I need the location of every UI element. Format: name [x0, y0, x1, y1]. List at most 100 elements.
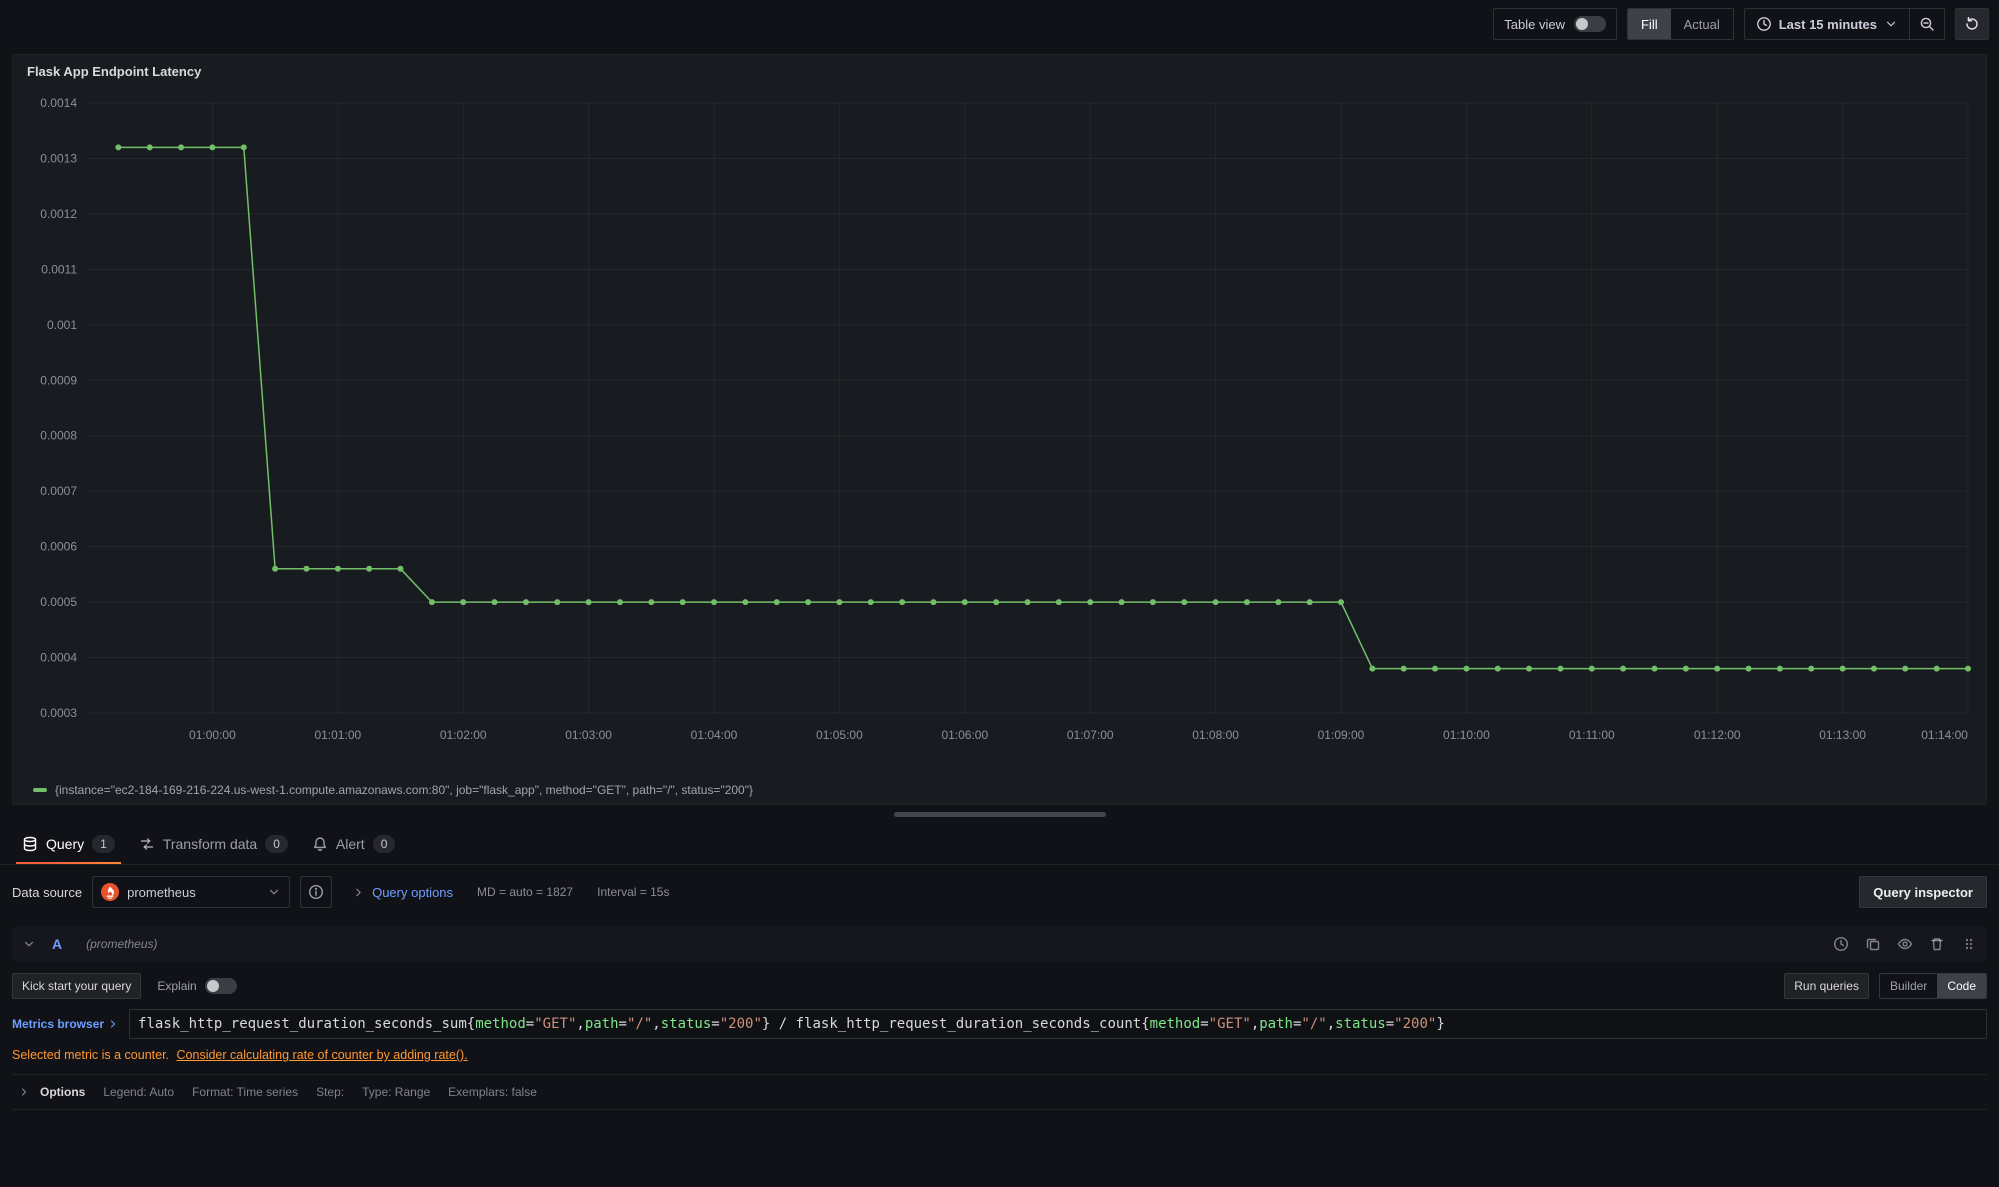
code-button[interactable]: Code — [1937, 974, 1986, 998]
metrics-browser-toggle[interactable]: Metrics browser — [12, 1017, 129, 1031]
explain-control: Explain — [157, 978, 236, 994]
svg-text:0.0013: 0.0013 — [40, 151, 77, 165]
series-label: {instance="ec2-184-169-216-224.us-west-1… — [55, 783, 753, 797]
options-row[interactable]: Options Legend: Auto Format: Time series… — [18, 1085, 1981, 1099]
query-ref-id: A — [52, 936, 62, 952]
svg-text:01:11:00: 01:11:00 — [1569, 728, 1615, 742]
refresh-button[interactable] — [1955, 8, 1989, 40]
prometheus-icon — [101, 883, 119, 901]
svg-text:0.0009: 0.0009 — [40, 373, 77, 387]
refresh-icon — [1964, 16, 1980, 32]
info-circle-icon — [308, 884, 324, 900]
options-label: Options — [40, 1085, 85, 1099]
eye-icon[interactable] — [1897, 936, 1913, 952]
database-icon — [22, 836, 38, 852]
alert-count-badge: 0 — [373, 835, 396, 853]
tab-transform-data[interactable]: Transform data 0 — [127, 823, 300, 864]
svg-text:01:07:00: 01:07:00 — [1067, 728, 1114, 742]
run-queries-button[interactable]: Run queries — [1784, 973, 1869, 999]
query-datasource-hint: (prometheus) — [86, 937, 157, 951]
tab-alert[interactable]: Alert 0 — [300, 823, 407, 864]
add-rate-hint-link[interactable]: Consider calculating rate of counter by … — [177, 1048, 468, 1062]
options-legend-summary: Legend: Auto — [103, 1085, 174, 1099]
chevron-down-icon[interactable] — [22, 937, 36, 951]
transform-icon — [139, 836, 155, 852]
svg-text:01:14:00: 01:14:00 — [1921, 728, 1968, 742]
time-range-label: Last 15 minutes — [1779, 17, 1877, 32]
promql-query-input[interactable]: flask_http_request_duration_seconds_sum{… — [129, 1009, 1987, 1039]
svg-text:01:06:00: 01:06:00 — [941, 728, 988, 742]
svg-text:0.0008: 0.0008 — [40, 429, 77, 443]
explain-toggle[interactable] — [205, 978, 237, 994]
trash-icon[interactable] — [1929, 936, 1945, 952]
query-row-header[interactable]: A (prometheus) — [12, 927, 1987, 961]
builder-button[interactable]: Builder — [1880, 974, 1937, 998]
transform-count-badge: 0 — [265, 835, 288, 853]
actual-button[interactable]: Actual — [1671, 9, 1733, 39]
svg-text:0.001: 0.001 — [47, 318, 77, 332]
warning-text: Selected metric is a counter. — [12, 1048, 169, 1062]
query-options-toggle[interactable]: Query options — [352, 885, 453, 900]
table-view-label: Table view — [1504, 17, 1565, 32]
datasource-select[interactable]: prometheus — [92, 876, 290, 908]
panel-flask-latency: Flask App Endpoint Latency 0.0003 0.0004 0… — [12, 54, 1987, 805]
svg-text:0.0011: 0.0011 — [41, 262, 77, 276]
tab-query[interactable]: Query 1 — [10, 823, 127, 864]
zoom-out-button[interactable] — [1909, 9, 1944, 39]
svg-text:0.0007: 0.0007 — [40, 484, 77, 498]
chevron-right-icon — [18, 1086, 30, 1098]
svg-text:01:10:00: 01:10:00 — [1443, 728, 1490, 742]
legend-item[interactable]: {instance="ec2-184-169-216-224.us-west-1… — [23, 783, 1976, 801]
svg-text:0.0003: 0.0003 — [40, 706, 77, 720]
query-inspector-button[interactable]: Query inspector — [1859, 876, 1987, 908]
datasource-label: Data source — [12, 885, 82, 900]
svg-text:01:12:00: 01:12:00 — [1694, 728, 1741, 742]
svg-text:01:13:00: 01:13:00 — [1819, 728, 1866, 742]
time-range-picker[interactable]: Last 15 minutes — [1745, 9, 1909, 39]
promql-editor-row: Metrics browser flask_http_request_durat… — [12, 1009, 1987, 1039]
kick-start-query-button[interactable]: Kick start your query — [12, 973, 141, 999]
svg-text:01:02:00: 01:02:00 — [440, 728, 487, 742]
editor-tabs: Query 1 Transform data 0 Alert 0 — [0, 823, 1999, 865]
interval-text: Interval = 15s — [597, 885, 669, 899]
query-options-section: Options Legend: Auto Format: Time series… — [12, 1074, 1987, 1110]
query-options-label: Query options — [372, 885, 453, 900]
metrics-browser-label: Metrics browser — [12, 1017, 104, 1031]
chevron-down-icon — [1884, 17, 1898, 31]
options-step-summary: Step: — [316, 1085, 344, 1099]
datasource-help-button[interactable] — [300, 876, 332, 908]
chevron-right-icon — [352, 886, 365, 899]
clock-icon — [1756, 16, 1772, 32]
panel-editor-topbar: Table view Fill Actual Last 15 minutes — [0, 0, 1999, 48]
svg-text:01:08:00: 01:08:00 — [1192, 728, 1239, 742]
panel-title: Flask App Endpoint Latency — [23, 62, 1976, 81]
explain-label: Explain — [157, 979, 196, 993]
tab-transform-label: Transform data — [163, 836, 257, 852]
svg-text:01:03:00: 01:03:00 — [565, 728, 612, 742]
svg-text:0.0006: 0.0006 — [40, 540, 77, 554]
svg-text:01:05:00: 01:05:00 — [816, 728, 863, 742]
panel-resize-handle[interactable] — [894, 812, 1106, 817]
tab-alert-label: Alert — [336, 836, 365, 852]
datasource-selected-value: prometheus — [127, 885, 196, 900]
options-format-summary: Format: Time series — [192, 1085, 298, 1099]
bell-icon — [312, 836, 328, 852]
tab-query-label: Query — [46, 836, 84, 852]
query-toolbar: Kick start your query Explain Run querie… — [12, 973, 1987, 999]
svg-text:0.0004: 0.0004 — [40, 651, 77, 665]
duplicate-icon[interactable] — [1865, 936, 1881, 952]
max-data-points-text: MD = auto = 1827 — [477, 885, 573, 899]
latency-time-series-chart[interactable]: 0.00030.00040.00050.00060.00070.00080.00… — [23, 81, 1976, 783]
history-icon[interactable] — [1833, 936, 1849, 952]
query-count-badge: 1 — [92, 835, 115, 853]
query-row-actions — [1833, 936, 1977, 952]
options-type-summary: Type: Range — [362, 1085, 430, 1099]
fill-button[interactable]: Fill — [1628, 9, 1671, 39]
table-view-toggle[interactable] — [1574, 16, 1606, 32]
series-color-swatch — [33, 788, 47, 792]
builder-code-group: Builder Code — [1879, 973, 1987, 999]
time-controls: Last 15 minutes — [1744, 8, 1945, 40]
svg-text:0.0012: 0.0012 — [40, 207, 77, 221]
drag-handle-icon[interactable] — [1961, 936, 1977, 952]
chevron-right-icon — [107, 1018, 119, 1030]
